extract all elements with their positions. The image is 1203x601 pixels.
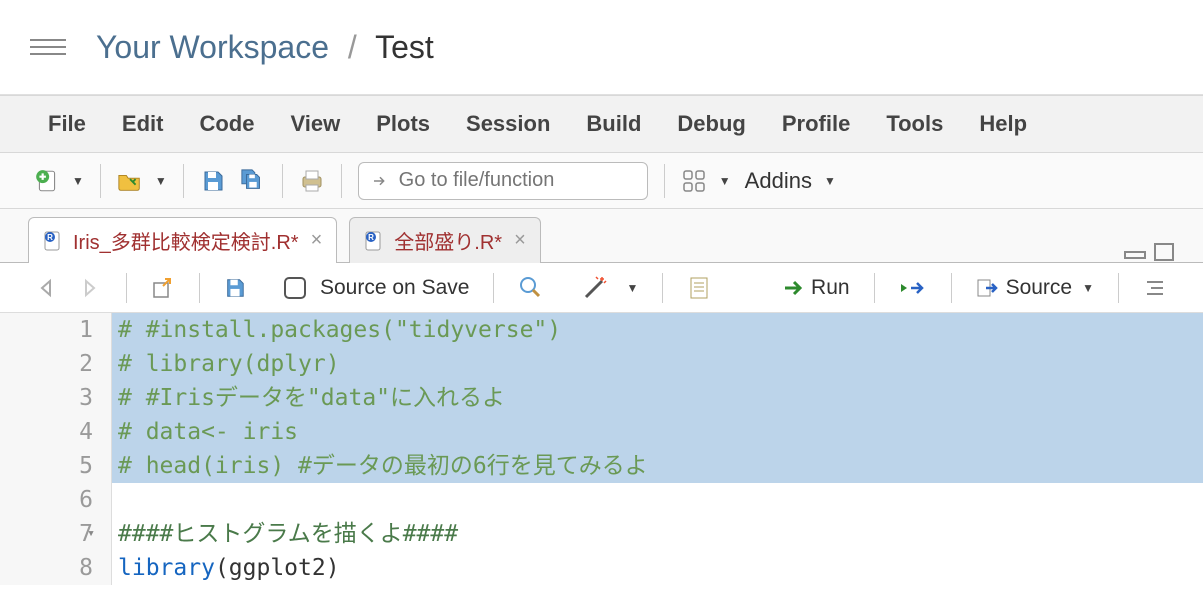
- wand-dropdown[interactable]: ▼: [626, 281, 638, 295]
- r-file-icon: R: [43, 230, 65, 252]
- line-number: 8: [0, 551, 93, 585]
- run-button[interactable]: Run: [783, 276, 850, 300]
- line-number: 2: [0, 347, 93, 381]
- svg-text:R: R: [47, 233, 53, 242]
- save-all-icon[interactable]: [240, 168, 266, 194]
- goto-arrow-icon: [371, 171, 389, 191]
- save-icon[interactable]: [200, 168, 226, 194]
- menu-edit[interactable]: Edit: [122, 111, 164, 137]
- tab-0[interactable]: R Iris_多群比較検定検討.R* ×: [28, 217, 337, 263]
- new-file-icon[interactable]: [34, 168, 60, 194]
- menu-code[interactable]: Code: [199, 111, 254, 137]
- code-line: # library(dplyr): [118, 351, 340, 377]
- addins-label: Addins: [745, 168, 812, 194]
- breadcrumb: Your Workspace / Test: [96, 29, 434, 66]
- source-button[interactable]: Source ▼: [976, 276, 1094, 300]
- wand-icon[interactable]: [582, 275, 608, 301]
- open-folder-icon[interactable]: [117, 168, 143, 194]
- breadcrumb-sep: /: [348, 29, 357, 65]
- source-on-save-label: Source on Save: [320, 276, 469, 300]
- print-icon[interactable]: [299, 168, 325, 194]
- nav-back-icon[interactable]: [36, 278, 62, 298]
- line-number: 4: [0, 415, 93, 449]
- open-folder-dropdown[interactable]: ▼: [155, 174, 167, 188]
- code-lines[interactable]: # #install.packages("tidyverse") # libra…: [112, 313, 1203, 585]
- goto-search-input[interactable]: [399, 169, 635, 192]
- tab-label: Iris_多群比較検定検討.R*: [73, 226, 299, 255]
- new-file-dropdown[interactable]: ▼: [72, 174, 84, 188]
- nav-forward-icon[interactable]: [76, 278, 102, 298]
- line-number: 6: [0, 483, 93, 517]
- addins-menu[interactable]: Addins ▼: [745, 168, 836, 194]
- code-line: # #install.packages("tidyverse"): [118, 317, 561, 343]
- find-icon[interactable]: [518, 275, 544, 301]
- menu-build[interactable]: Build: [586, 111, 641, 137]
- top-header: Your Workspace / Test: [0, 0, 1203, 95]
- popout-icon[interactable]: [151, 277, 175, 299]
- breadcrumb-project: Test: [375, 29, 434, 65]
- menu-debug[interactable]: Debug: [677, 111, 745, 137]
- rerun-icon[interactable]: [899, 278, 927, 298]
- menu-help[interactable]: Help: [979, 111, 1027, 137]
- code-editor[interactable]: 1 2 3 4 5 6 7 8 # #install.packages("tid…: [0, 313, 1203, 585]
- breadcrumb-workspace[interactable]: Your Workspace: [96, 29, 329, 65]
- line-gutter: 1 2 3 4 5 6 7 8: [0, 313, 112, 585]
- code-line: # head(iris) #データの最初の6行を見てみるよ: [118, 453, 648, 479]
- line-number: 5: [0, 449, 93, 483]
- code-line: # #Irisデータを"data"に入れるよ: [118, 385, 505, 411]
- tab-close-icon[interactable]: ×: [514, 229, 526, 252]
- run-arrow-icon: [783, 279, 805, 297]
- editor-tabs: R Iris_多群比較検定検討.R* × R 全部盛り.R* ×: [0, 209, 1203, 263]
- menu-session[interactable]: Session: [466, 111, 550, 137]
- line-number: 7: [0, 517, 93, 551]
- grid-dropdown[interactable]: ▼: [719, 174, 731, 188]
- menu-file[interactable]: File: [48, 111, 86, 137]
- r-file-icon: R: [364, 230, 386, 252]
- pane-controls: [1123, 242, 1175, 262]
- source-label: Source: [1006, 276, 1073, 300]
- tab-close-icon[interactable]: ×: [311, 229, 323, 252]
- line-number: 3: [0, 381, 93, 415]
- hamburger-menu-icon[interactable]: [30, 39, 66, 55]
- menu-plots[interactable]: Plots: [376, 111, 430, 137]
- line-number: 1: [0, 313, 93, 347]
- run-label: Run: [811, 276, 850, 300]
- notebook-icon[interactable]: [687, 276, 709, 300]
- code-line: # data<- iris: [118, 419, 298, 445]
- minimize-pane-icon[interactable]: [1123, 244, 1147, 260]
- editor-toolbar: Source on Save ▼ Run Source ▼: [0, 263, 1203, 313]
- menu-view[interactable]: View: [290, 111, 340, 137]
- main-toolbar: ▼ ▼ ▼ Addins ▼: [0, 153, 1203, 209]
- code-line: ####ヒストグラムを描くよ####: [118, 521, 458, 547]
- menu-profile[interactable]: Profile: [782, 111, 850, 137]
- source-on-save-checkbox[interactable]: [284, 277, 306, 299]
- grid-icon[interactable]: [681, 168, 707, 194]
- tab-1[interactable]: R 全部盛り.R* ×: [349, 217, 540, 263]
- svg-text:R: R: [368, 233, 374, 242]
- outline-icon[interactable]: [1143, 278, 1167, 298]
- main-menu-bar: File Edit Code View Plots Session Build …: [0, 95, 1203, 153]
- code-line: library(ggplot2): [112, 551, 1203, 585]
- maximize-pane-icon[interactable]: [1153, 242, 1175, 262]
- source-icon: [976, 278, 1000, 298]
- save-file-icon[interactable]: [224, 277, 246, 299]
- goto-search-box[interactable]: [358, 162, 648, 200]
- tab-label: 全部盛り.R*: [394, 226, 502, 255]
- menu-tools[interactable]: Tools: [886, 111, 943, 137]
